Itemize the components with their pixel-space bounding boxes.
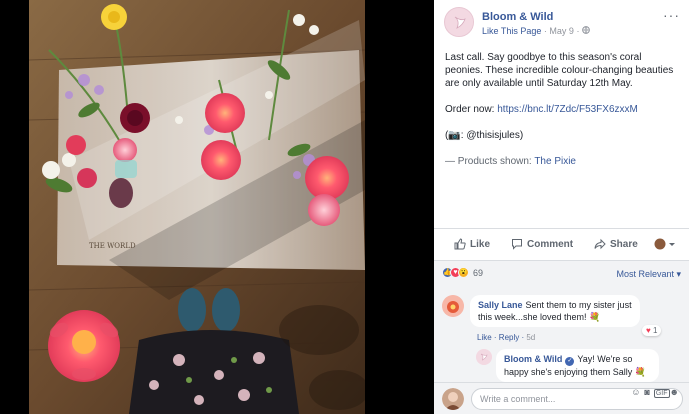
user-avatar-icon bbox=[442, 388, 464, 410]
post-header: Bloom & Wild Like This Page · May 9 · ··… bbox=[444, 7, 684, 39]
photo-viewer: THE WORLD Bloom & Wild Like This Page · … bbox=[0, 0, 689, 414]
emoji-icon[interactable]: ☺ bbox=[631, 387, 644, 397]
post-photo[interactable]: THE WORLD bbox=[29, 0, 365, 414]
comment-icon bbox=[512, 239, 522, 250]
reply-bubble: Bloom & Wild ✓ Yay! We're so happy she's e… bbox=[496, 349, 659, 382]
comment-actions: Like · Reply · 5d bbox=[477, 333, 536, 342]
like-button[interactable]: Like bbox=[454, 238, 490, 250]
comment-composer: Write a comment... ☺◙ GIF ☻ bbox=[434, 382, 689, 414]
thumbs-up-icon bbox=[454, 238, 466, 250]
products-paragraph: — Products shown: The Pixie bbox=[445, 155, 681, 168]
verified-badge-icon: ✓ bbox=[565, 357, 575, 366]
post-meta: Like This Page · May 9 · bbox=[482, 26, 590, 36]
wow-reaction-icon: 😮 bbox=[458, 267, 469, 279]
order-paragraph: Order now: https://bnc.lt/7Zdc/F53FX6zxx… bbox=[445, 103, 681, 116]
post-actions: Like Comment Share bbox=[434, 228, 689, 260]
post-paragraph: Last call. Say goodbye to this season's … bbox=[445, 52, 674, 89]
separator-dot: · bbox=[576, 26, 580, 36]
like-page-link[interactable]: Like This Page bbox=[482, 26, 541, 36]
sticker-icon[interactable]: ☻ bbox=[670, 387, 683, 397]
reply-avatar[interactable] bbox=[476, 349, 492, 365]
comment-sort-dropdown[interactable]: Most Relevant ▾ bbox=[616, 269, 681, 280]
post-panel: Bloom & Wild Like This Page · May 9 · ··… bbox=[434, 0, 689, 414]
composer-tools: ☺◙ GIF ☻ bbox=[631, 387, 683, 398]
products-prefix: — Products shown: bbox=[445, 156, 535, 167]
bloom-wild-logo-icon bbox=[476, 349, 492, 365]
comment-reaction-badge[interactable]: ♥ 1 bbox=[642, 325, 662, 336]
order-link[interactable]: https://bnc.lt/7Zdc/F53FX6zxxM bbox=[497, 104, 638, 115]
globe-icon bbox=[582, 26, 590, 36]
share-icon bbox=[594, 238, 606, 250]
commenter-avatar[interactable] bbox=[442, 295, 464, 317]
meta-separator: · bbox=[543, 26, 547, 36]
like-label: Like bbox=[470, 239, 491, 250]
comment-author[interactable]: Sally Lane bbox=[478, 300, 523, 310]
comment-time[interactable]: 5d bbox=[526, 333, 535, 342]
reply-author[interactable]: Bloom & Wild bbox=[504, 354, 562, 364]
camera-icon[interactable]: ◙ bbox=[644, 387, 653, 397]
order-prefix: Order now: bbox=[445, 104, 498, 115]
avatar-icon bbox=[442, 295, 464, 317]
reaction-count: 69 bbox=[473, 267, 484, 278]
flower-photo-image: THE WORLD bbox=[29, 0, 365, 414]
comment-like-link[interactable]: Like bbox=[477, 333, 492, 342]
bloom-wild-logo-icon bbox=[446, 9, 473, 36]
page-name-link[interactable]: Bloom & Wild bbox=[482, 11, 553, 23]
share-label: Share bbox=[610, 239, 638, 250]
heart-icon: ♥ bbox=[646, 326, 651, 335]
page-avatar[interactable] bbox=[444, 7, 474, 37]
photo-credit: (📷: @thisisjules) bbox=[445, 130, 524, 141]
reaction-audience-selector[interactable] bbox=[654, 238, 680, 250]
board-text: THE WORLD bbox=[89, 242, 136, 250]
comment-reaction-count: 1 bbox=[652, 326, 658, 335]
products-link[interactable]: The Pixie bbox=[534, 156, 576, 167]
post-date[interactable]: May 9 bbox=[549, 26, 574, 36]
profile-chevron-icon bbox=[654, 238, 675, 250]
comment-input-placeholder: Write a comment... bbox=[480, 394, 556, 404]
gif-icon[interactable]: GIF bbox=[653, 389, 670, 398]
share-button[interactable]: Share bbox=[594, 238, 638, 250]
reactions-summary[interactable]: 👍 ♥ 😮 69 bbox=[442, 267, 483, 281]
comment-item: Sally Lane Sent them to my sister just th… bbox=[442, 295, 687, 347]
more-options-icon[interactable]: ··· bbox=[663, 7, 680, 23]
comment-button[interactable]: Comment bbox=[511, 238, 573, 250]
current-user-avatar[interactable] bbox=[442, 388, 464, 410]
post-text: Last call. Say goodbye to this season's … bbox=[445, 51, 681, 181]
comment-label: Comment bbox=[527, 239, 574, 250]
comment-bubble: Sally Lane Sent them to my sister just th… bbox=[470, 295, 640, 327]
comment-reply-link[interactable]: Reply bbox=[499, 333, 519, 342]
